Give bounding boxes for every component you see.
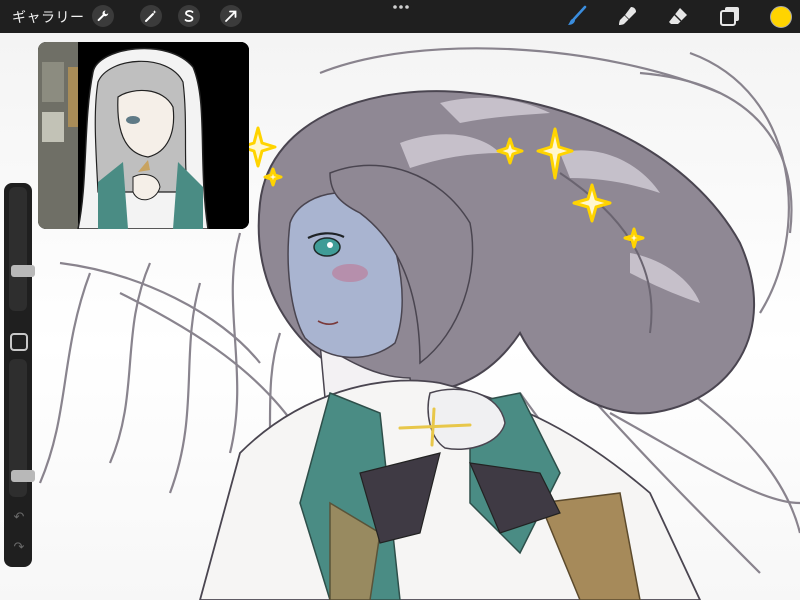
top-toolbar: ギャラリー: [0, 0, 800, 33]
square-outline-icon[interactable]: [10, 333, 28, 351]
opacity-thumb[interactable]: [11, 470, 35, 482]
sidebar: ↶ ↷: [4, 183, 35, 567]
adjustments-button[interactable]: [140, 5, 162, 27]
arrow-cursor-icon: [225, 10, 237, 22]
brush-icon[interactable]: [565, 4, 589, 28]
brush-size-thumb[interactable]: [11, 265, 35, 277]
opacity-slider[interactable]: [9, 359, 35, 497]
actions-button[interactable]: [92, 5, 114, 27]
color-swatch-button[interactable]: [770, 6, 792, 28]
eraser-icon[interactable]: [666, 4, 690, 28]
reference-image: [38, 42, 249, 229]
selection-s-icon: [184, 10, 194, 22]
wrench-icon: [97, 10, 109, 22]
reference-window[interactable]: [38, 42, 249, 229]
transform-button[interactable]: [220, 5, 242, 27]
layers-icon[interactable]: [718, 4, 742, 28]
magic-wand-icon: [145, 10, 157, 22]
gallery-button[interactable]: ギャラリー: [12, 7, 85, 27]
smudge-icon[interactable]: [616, 4, 640, 28]
selection-button[interactable]: [178, 5, 200, 27]
brush-size-slider[interactable]: [9, 187, 35, 311]
redo-icon[interactable]: ↷: [11, 539, 27, 555]
undo-icon[interactable]: ↶: [11, 509, 27, 525]
more-dots-icon[interactable]: [390, 2, 412, 12]
